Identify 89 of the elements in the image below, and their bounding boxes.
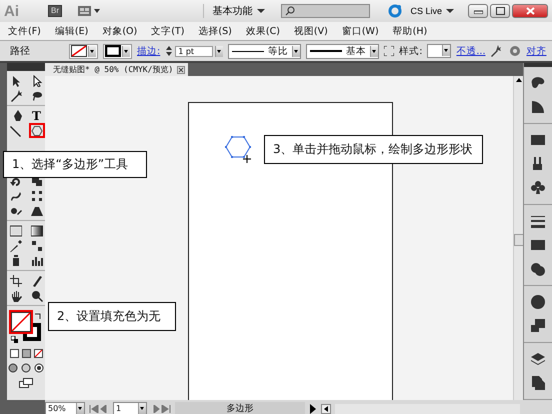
caret-icon [257,8,266,14]
free-transform-icon[interactable] [30,190,42,202]
menu-item[interactable]: 效果(C) [246,24,280,38]
draw-inside-icon[interactable] [34,363,44,373]
search-icon [285,6,296,16]
callout-box: 3、单击并拖动鼠标，绘制多边形形状 [264,135,483,164]
layers-icon[interactable] [530,351,546,367]
maximize-button[interactable] [490,4,510,18]
scroll-left-icon[interactable] [321,404,331,414]
bar-graph-icon[interactable] [30,254,42,266]
zoom-icon[interactable] [30,290,42,302]
arrange-documents-button[interactable] [78,6,102,16]
stepper-arrows-icon[interactable] [165,45,174,57]
draw-normal-icon[interactable] [8,363,18,373]
graphic-style-dropdown[interactable] [427,44,452,58]
minimize-icon [474,8,482,14]
fill-color-dropdown[interactable] [69,44,98,58]
line-tool-icon[interactable] [10,124,22,136]
opacity-link[interactable]: 不透... [456,44,486,58]
hand-icon[interactable] [10,290,22,302]
draw-behind-icon[interactable] [21,363,31,373]
style-label: 样式: [399,44,422,58]
stroke-color-dropdown[interactable] [103,44,132,58]
align-link[interactable]: 对齐 [526,44,546,58]
lasso-icon[interactable] [30,90,42,102]
close-icon [526,7,534,15]
minimize-button[interactable] [468,4,488,18]
club-icon[interactable] [530,180,546,196]
status-menu-arrow-icon[interactable] [309,404,317,414]
menu-item[interactable]: 对象(O) [102,24,138,38]
perspective-grid-icon[interactable] [30,204,42,216]
gradient-quarter-icon[interactable] [530,99,546,115]
status-field[interactable]: 多边形 [175,402,305,414]
type-tool[interactable]: T [30,108,42,123]
stroke-link[interactable]: 描边: [137,44,160,58]
callout-box: 1、选择“多边形”工具 [3,151,147,178]
menu-item[interactable]: 文件(F) [8,24,41,38]
pen-icon[interactable] [12,110,24,122]
variable-width-profile-dropdown[interactable]: 等比 [228,44,302,58]
vertical-scrollbar[interactable] [513,76,523,400]
caret-icon [446,8,454,14]
previous-artboard-icon[interactable] [89,404,109,412]
overlap-circles-icon[interactable] [530,261,546,277]
default-colors-icon[interactable] [11,336,18,343]
next-artboard-icon[interactable] [151,404,171,412]
callout-box: 2、设置填充色为无 [48,302,176,331]
close-button[interactable] [512,4,548,18]
toolbox-header [7,63,45,71]
cs-live-button[interactable]: CS Live [410,6,454,16]
workspace-switcher[interactable]: 基本功能 [203,4,274,18]
app-logo: Ai [4,2,20,20]
color-mode-icon[interactable] [10,349,18,358]
warp-icon[interactable] [10,190,22,202]
zoom-dropdown[interactable]: 50% [45,402,85,414]
direct-selection-icon[interactable] [30,74,42,86]
gradient-icon[interactable] [30,224,42,236]
artboard-number-dropdown[interactable]: 1 [113,402,147,414]
screen-mode-icon[interactable] [19,378,33,388]
corners-icon[interactable] [384,46,394,56]
gradient-mode-icon[interactable] [22,349,30,358]
none-mode-icon[interactable] [34,349,42,358]
selection-label: 路径 [10,45,31,58]
menu-item[interactable]: 窗口(W) [342,24,379,38]
palette-icon[interactable] [530,75,546,91]
transform-squares-icon[interactable] [530,318,546,334]
pages-icon[interactable] [530,375,546,391]
bridge-button[interactable]: Br [48,5,62,17]
close-icon[interactable] [177,66,186,74]
scroll-thumb[interactable] [514,234,524,246]
menu-item[interactable]: 视图(V) [294,24,328,38]
menu-item[interactable]: 文字(T) [151,24,184,38]
menu-item[interactable]: 选择(S) [198,24,232,38]
gear-icon[interactable] [509,45,522,57]
polygon-tool[interactable] [28,123,44,138]
menu-item[interactable]: 编辑(E) [54,24,88,38]
search-field[interactable] [281,4,370,18]
magic-wand-icon[interactable] [10,90,22,102]
menu-item[interactable]: 帮助(H) [392,24,428,38]
eyedropper-icon[interactable] [10,240,22,252]
slice-icon[interactable] [30,274,42,286]
dock-header [524,63,552,67]
artboard-icon[interactable] [10,274,22,286]
document-tab[interactable]: 无缝贴图* @ 50% (CMYK/预览) [45,63,188,76]
cs-live-icon[interactable] [388,4,402,18]
brush-definition-dropdown[interactable]: 基本 [306,44,380,58]
stroke-lines-icon[interactable] [530,213,546,229]
fill-swatch[interactable] [9,310,33,334]
blend-icon[interactable] [30,240,42,252]
maximize-icon [496,7,504,15]
